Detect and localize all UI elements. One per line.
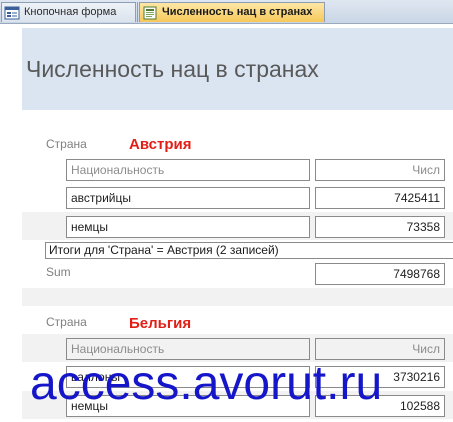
tab-label: Численность нац в странах: [162, 6, 313, 18]
count-cell: 73358: [315, 216, 445, 238]
group-summary-line: Итоги для 'Страна' = Австрия (2 записей): [45, 242, 453, 259]
site-watermark: access.avorut.ru: [30, 357, 383, 410]
tab-divider: [137, 2, 138, 22]
sum-value: 7498768: [315, 263, 445, 285]
country-field-label: Страна: [46, 315, 87, 329]
column-header-nationality: Национальность: [66, 159, 310, 181]
report-icon: [143, 6, 157, 19]
tab-switchboard-form[interactable]: Кнопочная форма: [1, 2, 136, 22]
count-cell: 7425411: [315, 187, 445, 209]
form-icon: [4, 6, 20, 19]
country-field-label: Страна: [46, 137, 87, 151]
report-title: Численность нац в странах: [26, 56, 319, 82]
column-header-count: Числ: [315, 159, 445, 181]
nationality-cell: немцы: [66, 216, 310, 238]
country-value: Бельгия: [129, 315, 192, 332]
group-separator-band: [22, 288, 453, 306]
country-value: Австрия: [129, 136, 192, 153]
tab-report-active[interactable]: Численность нац в странах: [139, 2, 325, 22]
nationality-cell: австрийцы: [66, 187, 310, 209]
tab-label: Кнопочная форма: [24, 6, 117, 18]
sum-label: Sum: [46, 265, 71, 279]
